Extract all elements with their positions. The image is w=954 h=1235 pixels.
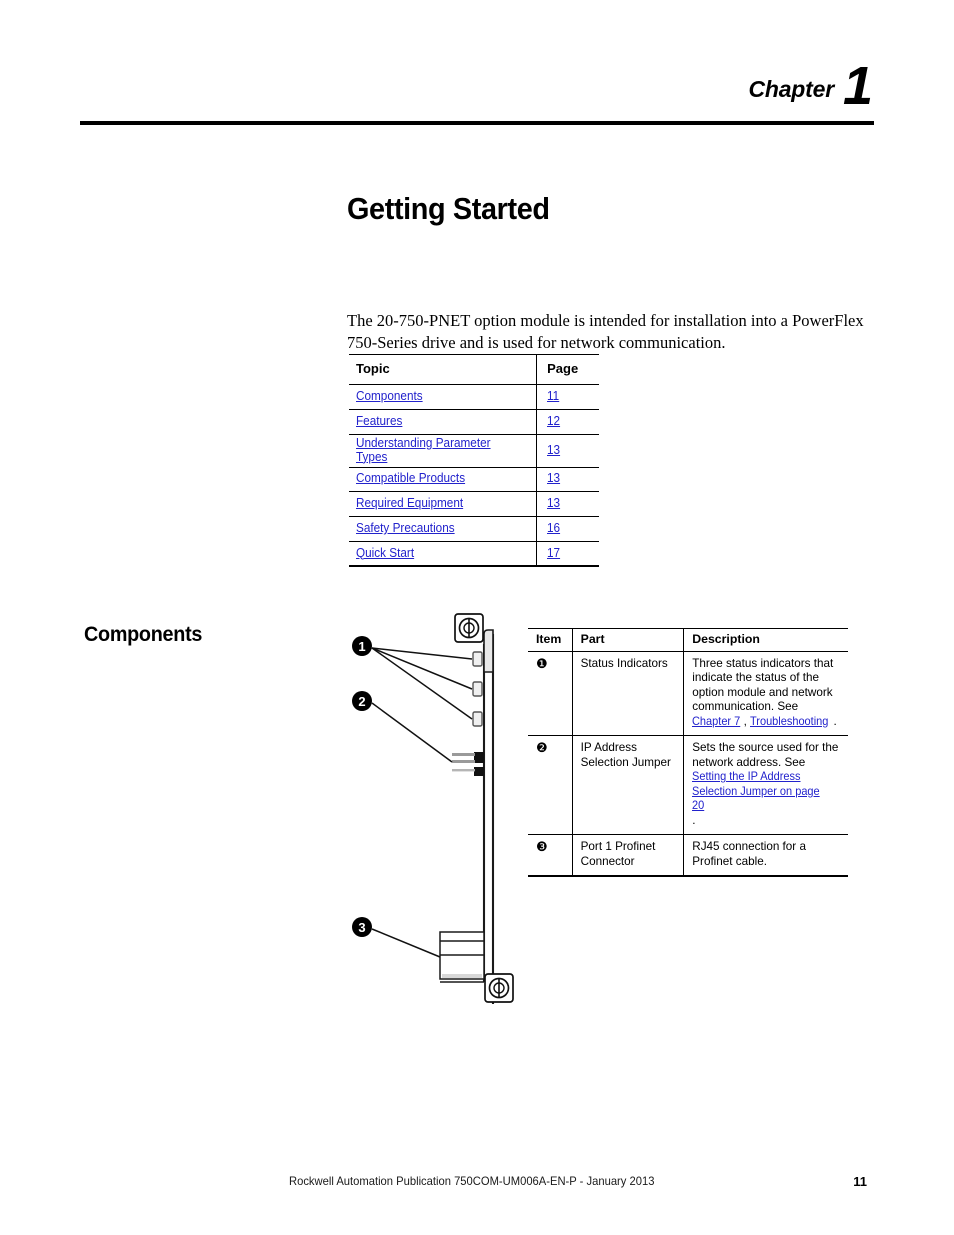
description-link-chapter-7[interactable]: Chapter 7	[692, 715, 740, 730]
topics-cell-topic: Required Equipment	[349, 491, 537, 518]
topics-cell-topic: Quick Start	[349, 541, 537, 568]
topics-table-header-row: Topic Page	[349, 354, 599, 385]
topics-cell-page: 13	[536, 434, 599, 468]
topic-page-link-compatible-products[interactable]: 13	[547, 471, 560, 485]
item-bullet-2: ❷	[536, 740, 548, 755]
table-row: ❷ IP Address Selection Jumper Sets the s…	[528, 735, 848, 835]
option-module-illustration: 1 2 3	[340, 612, 525, 1032]
callout-bullet-3: 3	[352, 917, 372, 937]
page-footer: 11 Rockwell Automation Publication 750CO…	[289, 1174, 867, 1189]
page-title: Getting Started	[347, 190, 550, 226]
svg-text:2: 2	[358, 694, 365, 709]
item-bullet-1: ❶	[536, 655, 548, 671]
mounting-screw-bottom	[484, 973, 514, 1003]
table-row: Quick Start 17	[349, 541, 599, 568]
topic-link-components[interactable]: Components	[356, 389, 423, 403]
topics-cell-page: 13	[536, 467, 599, 493]
components-cell-part: IP Address Selection Jumper	[572, 735, 685, 835]
description-text-end: .	[692, 813, 696, 827]
components-cell-description: Three status indicators that indicate th…	[683, 651, 848, 736]
callout-1-leader-lines	[371, 647, 473, 720]
topic-page-link-components[interactable]: 11	[547, 389, 559, 403]
topic-page-link-quick-start[interactable]: 17	[547, 546, 560, 560]
svg-text:1: 1	[358, 639, 365, 654]
topics-cell-page: 13	[536, 491, 599, 518]
components-cell-item: ❷	[528, 735, 573, 835]
description-text-end: .	[833, 714, 837, 728]
table-row: Safety Precautions 16	[349, 516, 599, 542]
callout-bullet-1: 1	[352, 636, 372, 656]
topics-cell-topic: Safety Precautions	[349, 516, 537, 542]
components-table: Item Part Description ❶ Status Indicator…	[528, 628, 848, 877]
module-faceplate-top	[483, 629, 494, 673]
svg-text:3: 3	[358, 920, 365, 935]
intro-paragraph: The 20-750-PNET option module is intende…	[347, 310, 864, 352]
components-cell-part: Port 1 Profinet Connector	[572, 834, 685, 877]
components-header-description: Description	[683, 628, 848, 652]
topics-table: Topic Page Components 11 Features 12 Und…	[349, 354, 599, 568]
components-table-header-row: Item Part Description	[528, 628, 848, 652]
topics-cell-page: 16	[536, 516, 599, 542]
callout-3-leader-line	[371, 928, 441, 958]
topics-cell-topic: Understanding Parameter Types	[349, 434, 537, 468]
topics-cell-page: 12	[536, 409, 599, 435]
table-row: Features 12	[349, 409, 599, 435]
topic-link-features[interactable]: Features	[356, 414, 402, 428]
table-row: ❶ Status Indicators Three status indicat…	[528, 651, 848, 736]
chapter-header: Chapter 1	[80, 55, 874, 125]
table-row: Required Equipment 13	[349, 491, 599, 518]
topics-cell-topic: Features	[349, 409, 537, 435]
description-link-setting-ip-address-selection-jumper[interactable]: Setting the IP Address Selection Jumper …	[692, 770, 833, 814]
topic-link-understanding-parameter-types[interactable]: Understanding Parameter Types	[356, 436, 520, 464]
table-row: ❸ Port 1 Profinet Connector RJ45 connect…	[528, 834, 848, 877]
components-cell-description: RJ45 connection for a Profinet cable.	[683, 834, 848, 877]
chapter-label-line: Chapter 1	[80, 55, 874, 117]
ip-address-selection-jumper	[452, 752, 484, 776]
components-cell-description: Sets the source used for the network add…	[683, 735, 848, 835]
description-text: Three status indicators that indicate th…	[692, 656, 834, 714]
topics-cell-topic: Components	[349, 384, 537, 410]
callout-bullet-2: 2	[352, 691, 372, 711]
topic-page-link-required-equipment[interactable]: 13	[547, 496, 560, 510]
topics-header-page: Page	[536, 354, 599, 385]
components-cell-part: Status Indicators	[572, 651, 685, 736]
footer-page-number: 11	[853, 1174, 867, 1189]
topic-link-quick-start[interactable]: Quick Start	[356, 546, 414, 560]
components-header-item: Item	[528, 628, 573, 652]
status-indicator-leds	[472, 651, 483, 727]
components-header-part: Part	[572, 628, 685, 652]
topic-page-link-safety-precautions[interactable]: 16	[547, 521, 560, 535]
topic-page-link-features[interactable]: 12	[547, 414, 560, 428]
section-heading-components: Components	[84, 621, 203, 646]
topic-link-required-equipment[interactable]: Required Equipment	[356, 496, 463, 510]
mounting-screw-top	[454, 613, 484, 643]
topics-cell-page: 11	[536, 384, 599, 410]
topic-page-link-understanding-parameter-types[interactable]: 13	[547, 443, 560, 457]
item-bullet-3: ❸	[536, 839, 548, 854]
description-text: Sets the source used for the network add…	[692, 741, 839, 769]
chapter-word: Chapter	[748, 76, 834, 102]
chapter-number: 1	[842, 56, 873, 116]
table-row: Components 11	[349, 384, 599, 410]
topics-cell-page: 17	[536, 541, 599, 568]
callout-2-leader-line	[371, 702, 453, 763]
chapter-divider-rule	[80, 121, 874, 125]
topic-link-safety-precautions[interactable]: Safety Precautions	[356, 521, 455, 535]
topic-link-compatible-products[interactable]: Compatible Products	[356, 471, 465, 485]
table-row: Understanding Parameter Types 13	[349, 434, 599, 468]
description-text: RJ45 connection for a Profinet cable.	[692, 840, 806, 868]
table-row: Compatible Products 13	[349, 467, 599, 493]
rj45-connector	[439, 931, 485, 980]
topics-cell-topic: Compatible Products	[349, 467, 537, 493]
description-link-troubleshooting[interactable]: Troubleshooting	[750, 715, 828, 730]
components-cell-item: ❸	[528, 834, 573, 877]
footer-publication-text: Rockwell Automation Publication 750COM-U…	[289, 1174, 655, 1188]
components-cell-item: ❶	[528, 651, 573, 736]
topics-header-topic: Topic	[349, 354, 537, 385]
